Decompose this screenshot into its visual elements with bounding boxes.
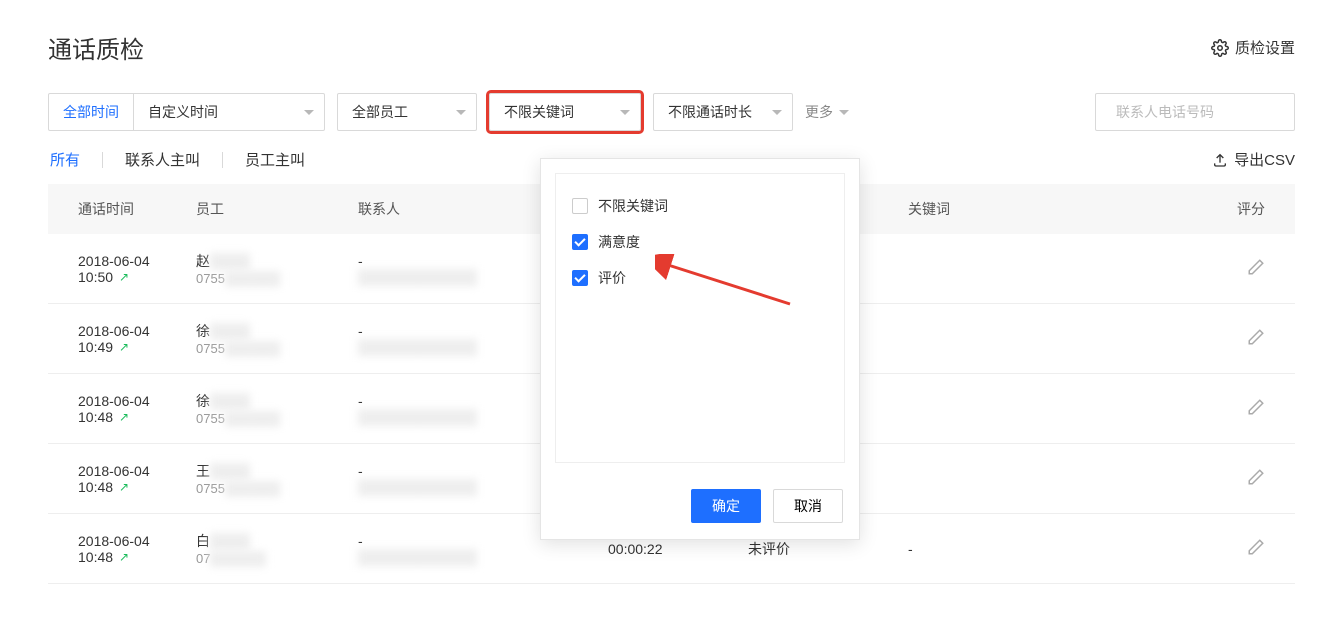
cell-contact: - ████████████ (358, 533, 538, 565)
dropdown-option[interactable]: 评价 (568, 260, 832, 296)
dropdown-confirm-button[interactable]: 确定 (691, 489, 761, 523)
cell-contact: - ████████████ (358, 253, 538, 285)
time-filter-value: 自定义时间 (148, 102, 218, 122)
tab-contact-call[interactable]: 联系人主叫 (123, 145, 202, 174)
chevron-down-icon (304, 110, 314, 115)
employee-filter[interactable]: 全部员工 (337, 93, 477, 131)
chevron-down-icon (772, 110, 782, 115)
cell-keyword: - (908, 541, 1215, 557)
outgoing-arrow-icon: ↗ (119, 410, 129, 424)
keyword-filter-value: 不限关键词 (504, 102, 574, 122)
time-filter-label: 全部时间 (49, 94, 134, 130)
keyword-dropdown: 不限关键词满意度评价 确定 取消 (540, 158, 860, 540)
outgoing-arrow-icon: ↗ (119, 340, 129, 354)
outgoing-arrow-icon: ↗ (119, 270, 129, 284)
qc-settings-label: 质检设置 (1235, 37, 1295, 58)
cell-employee: 王████ 0755██████ (196, 461, 358, 496)
cell-employee: 白████ 07██████ (196, 531, 358, 566)
edit-icon[interactable] (1247, 538, 1265, 556)
tab-employee-call[interactable]: 员工主叫 (243, 145, 307, 174)
col-employee: 员工 (196, 199, 358, 219)
keyword-filter[interactable]: 不限关键词 (489, 93, 641, 131)
cell-time: 2018-06-04 10:48 ↗ (48, 393, 196, 425)
dropdown-option[interactable]: 不限关键词 (568, 188, 832, 224)
cell-time: 2018-06-04 10:50 ↗ (48, 253, 196, 285)
tab-all[interactable]: 所有 (48, 145, 82, 174)
cell-employee: 赵████ 0755██████ (196, 251, 358, 286)
employee-filter-value: 全部员工 (352, 102, 408, 122)
more-filters[interactable]: 更多 (805, 102, 849, 122)
cell-time: 2018-06-04 10:48 ↗ (48, 463, 196, 495)
gear-icon (1211, 39, 1229, 57)
time-filter[interactable]: 全部时间 自定义时间 (48, 93, 325, 131)
duration-filter[interactable]: 不限通话时长 (653, 93, 793, 131)
cell-employee: 徐████ 0755██████ (196, 321, 358, 356)
export-csv[interactable]: 导出CSV (1212, 149, 1295, 170)
cell-contact: - ████████████ (358, 463, 538, 495)
dropdown-option-label: 评价 (598, 268, 626, 288)
outgoing-arrow-icon: ↗ (119, 550, 129, 564)
cell-contact: - ████████████ (358, 323, 538, 355)
col-score: 评分 (1215, 199, 1295, 219)
cell-duration: 00:00:22 (608, 541, 748, 557)
cell-rating: 未评价 (748, 539, 908, 559)
search-input[interactable] (1116, 104, 1297, 120)
col-time: 通话时间 (48, 199, 196, 219)
dropdown-cancel-button[interactable]: 取消 (773, 489, 843, 523)
cell-time: 2018-06-04 10:49 ↗ (48, 323, 196, 355)
qc-settings-link[interactable]: 质检设置 (1211, 37, 1295, 58)
export-label: 导出CSV (1234, 149, 1295, 170)
edit-icon[interactable] (1247, 468, 1265, 486)
export-icon (1212, 152, 1228, 168)
edit-icon[interactable] (1247, 328, 1265, 346)
col-keyword: 关键词 (908, 199, 1215, 219)
chevron-down-icon (839, 110, 849, 115)
chevron-down-icon (456, 110, 466, 115)
cell-time: 2018-06-04 10:48 ↗ (48, 533, 196, 565)
checkbox-icon (572, 270, 588, 286)
divider (222, 152, 223, 168)
cell-employee: 徐████ 0755██████ (196, 391, 358, 426)
dropdown-option-label: 不限关键词 (598, 196, 668, 216)
dropdown-option[interactable]: 满意度 (568, 224, 832, 260)
outgoing-arrow-icon: ↗ (119, 480, 129, 494)
edit-icon[interactable] (1247, 258, 1265, 276)
col-contact: 联系人 (358, 199, 538, 219)
more-filters-label: 更多 (805, 102, 833, 122)
checkbox-icon (572, 198, 588, 214)
divider (102, 152, 103, 168)
search-box[interactable] (1095, 93, 1295, 131)
checkbox-icon (572, 234, 588, 250)
chevron-down-icon (620, 110, 630, 115)
cell-contact: - ████████████ (358, 393, 538, 425)
dropdown-option-label: 满意度 (598, 232, 640, 252)
duration-filter-value: 不限通话时长 (668, 102, 752, 122)
edit-icon[interactable] (1247, 398, 1265, 416)
page-title: 通话质检 (48, 30, 144, 65)
